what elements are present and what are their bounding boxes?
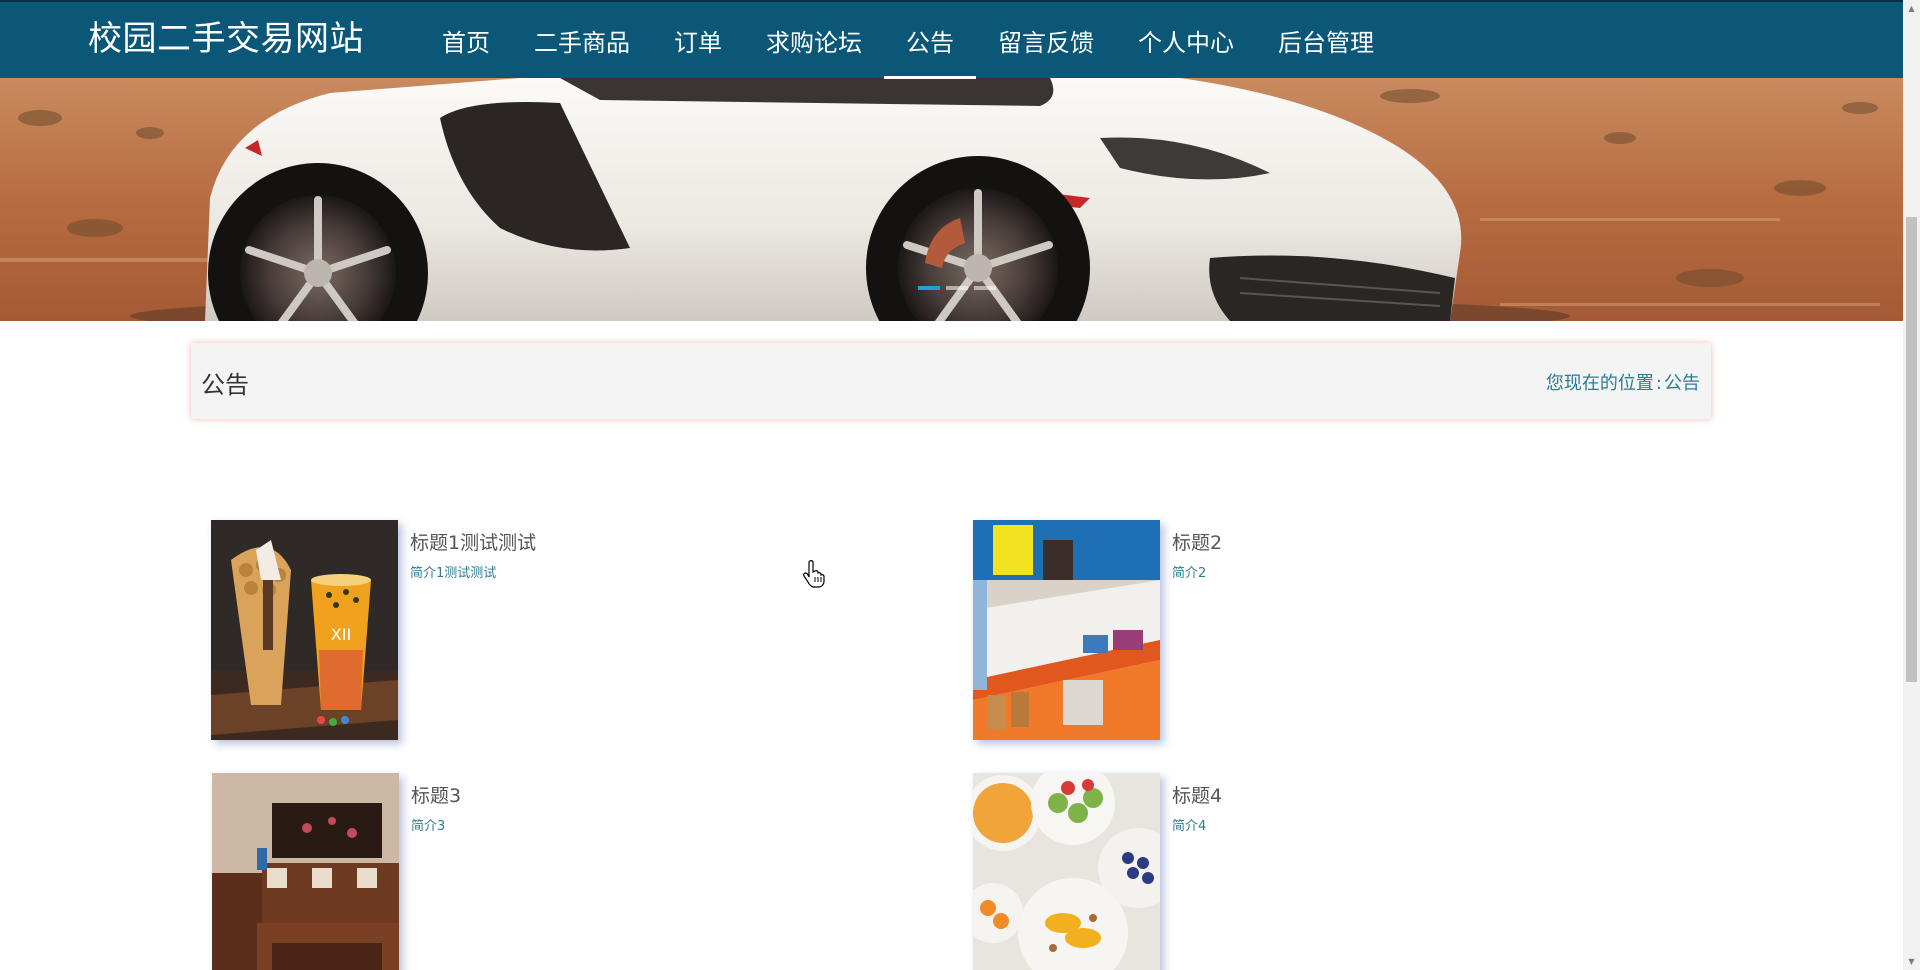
page-title: 公告 bbox=[201, 371, 249, 399]
nav-item-user-center[interactable]: 个人中心 bbox=[1116, 2, 1256, 78]
vertical-scrollbar[interactable]: ▲ ▼ bbox=[1903, 0, 1920, 970]
scrollbar-thumb[interactable] bbox=[1906, 217, 1917, 682]
nav-item-announcements[interactable]: 公告 bbox=[884, 2, 976, 79]
site-title[interactable]: 校园二手交易网站 bbox=[88, 19, 364, 59]
notice-title[interactable]: 标题4 bbox=[1172, 781, 1222, 808]
breadcrumb: 您现在的位置: 公告 bbox=[1546, 369, 1700, 395]
notice-card[interactable]: 标题3 简介3 bbox=[212, 773, 912, 970]
main-nav: 首页 二手商品 订单 求购论坛 公告 留言反馈 个人中心 后台管理 bbox=[420, 2, 1396, 79]
scroll-up-arrow-icon[interactable]: ▲ bbox=[1903, 0, 1920, 17]
notice-summary: 简介3 bbox=[411, 819, 446, 834]
notice-thumbnail[interactable] bbox=[973, 520, 1160, 740]
notice-title[interactable]: 标题3 bbox=[411, 781, 461, 808]
carousel-indicators bbox=[918, 286, 996, 290]
notice-card[interactable]: 标题2 简介2 bbox=[973, 520, 1673, 742]
svg-text:XII: XII bbox=[331, 625, 351, 644]
notice-thumbnail[interactable] bbox=[212, 773, 399, 970]
notice-card[interactable]: 标题4 简介4 bbox=[973, 773, 1673, 970]
banner-car-image bbox=[0, 78, 1903, 321]
notice-summary: 简介1测试测试 bbox=[410, 566, 497, 581]
breadcrumb-current[interactable]: 公告 bbox=[1664, 373, 1700, 394]
nav-item-second-hand-goods[interactable]: 二手商品 bbox=[512, 2, 652, 78]
fruit-bowls-image bbox=[973, 773, 1160, 970]
notice-thumbnail[interactable]: XII bbox=[211, 520, 398, 740]
shop-shelves-image bbox=[973, 520, 1160, 740]
scroll-down-arrow-icon[interactable]: ▼ bbox=[1903, 953, 1920, 970]
carousel-dot-2[interactable] bbox=[946, 286, 968, 290]
bubble-waffle-drink-image: XII bbox=[211, 520, 398, 740]
breadcrumb-bar: 公告 您现在的位置: 公告 bbox=[191, 343, 1711, 419]
notice-thumbnail[interactable] bbox=[973, 773, 1160, 970]
carousel-dot-3[interactable] bbox=[974, 286, 996, 290]
notice-summary: 简介4 bbox=[1172, 819, 1207, 834]
nav-item-wanted-forum[interactable]: 求购论坛 bbox=[744, 2, 884, 78]
nav-item-orders[interactable]: 订单 bbox=[652, 2, 744, 78]
nav-item-feedback[interactable]: 留言反馈 bbox=[976, 2, 1116, 78]
top-nav-bar: 校园二手交易网站 首页 二手商品 订单 求购论坛 公告 留言反馈 个人中心 后台… bbox=[0, 0, 1903, 79]
notice-title[interactable]: 标题2 bbox=[1172, 528, 1222, 555]
banner-carousel[interactable] bbox=[0, 78, 1903, 321]
breadcrumb-label: 您现在的位置 bbox=[1545, 373, 1654, 394]
nav-item-admin[interactable]: 后台管理 bbox=[1256, 2, 1396, 78]
notice-summary: 简介2 bbox=[1172, 566, 1207, 581]
page: 校园二手交易网站 首页 二手商品 订单 求购论坛 公告 留言反馈 个人中心 后台… bbox=[0, 0, 1920, 970]
notice-card[interactable]: XII 标题1测试测试 简介1测试测试 bbox=[211, 520, 911, 742]
notice-title[interactable]: 标题1测试测试 bbox=[410, 528, 536, 555]
furniture-room-image bbox=[212, 773, 399, 970]
hand-pointer-cursor-icon bbox=[803, 560, 825, 588]
breadcrumb-separator: : bbox=[1655, 373, 1662, 394]
carousel-dot-1[interactable] bbox=[918, 286, 940, 290]
nav-item-home[interactable]: 首页 bbox=[420, 2, 512, 78]
